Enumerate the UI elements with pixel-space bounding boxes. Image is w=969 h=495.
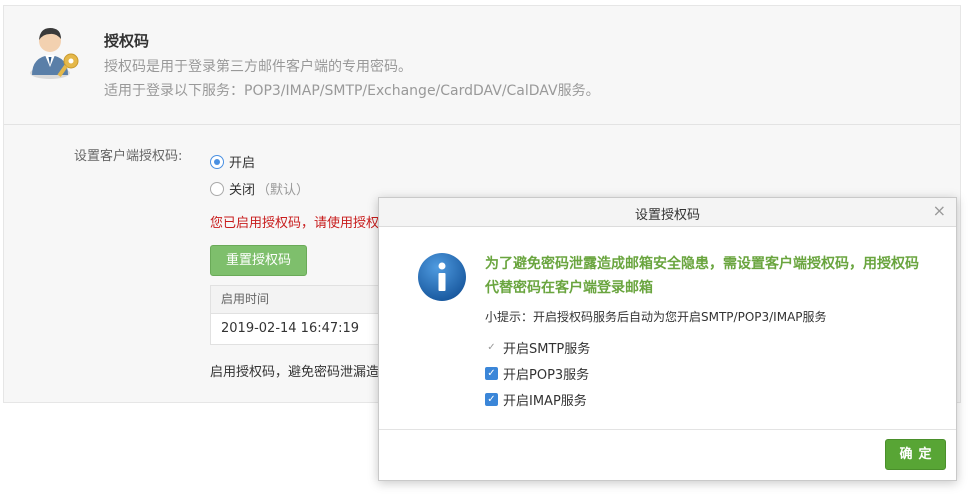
radio-disable-button[interactable] <box>210 181 224 196</box>
set-auth-code-dialog: 设置授权码 × 为了避免密码泄露造成邮箱安全隐患，需设置客户端授权码，用授权码代… <box>378 197 957 481</box>
option-imap-label: 开启IMAP服务 <box>503 394 587 409</box>
radio-enable-button[interactable] <box>210 154 224 169</box>
option-imap[interactable]: ✓ 开启IMAP服务 <box>485 390 587 409</box>
option-smtp[interactable]: ✓ 开启SMTP服务 <box>485 338 590 357</box>
table-cell: 2019-02-14 16:47:19 <box>211 314 378 344</box>
auth-code-setting-label: 设置客户端授权码: <box>74 149 183 164</box>
info-icon <box>418 253 466 301</box>
services-line: 适用于登录以下服务：POP3/IMAP/SMTP/Exchange/CardDA… <box>104 83 600 99</box>
checkbox-imap[interactable]: ✓ <box>485 393 498 406</box>
enable-time-table: 启用时间 2019-02-14 16:47:19 <box>210 285 378 345</box>
option-pop3-label: 开启POP3服务 <box>503 368 590 383</box>
dialog-tip: 小提示：开启授权码服务后自动为您开启SMTP/POP3/IMAP服务 <box>485 310 827 324</box>
user-key-icon <box>30 28 79 79</box>
radio-default-note: （默认） <box>257 183 310 198</box>
description-line: 授权码是用于登录第三方邮件客户端的专用密码。 <box>104 59 412 75</box>
auth-enabled-warning: 您已启用授权码，请使用授权码登录第三方客户端 <box>210 216 378 231</box>
dialog-divider <box>379 429 956 430</box>
option-pop3[interactable]: ✓ 开启POP3服务 <box>485 364 589 383</box>
checkbox-pop3[interactable]: ✓ <box>485 367 498 380</box>
radio-enable[interactable]: 开启 <box>210 152 255 171</box>
radio-disable[interactable]: 关闭 （默认） <box>210 179 309 198</box>
dialog-message: 为了避免密码泄露造成邮箱安全隐患，需设置客户端授权码，用授权码代替密码在客户端登… <box>485 256 919 296</box>
close-icon[interactable]: × <box>933 202 946 220</box>
radio-disable-label: 关闭 <box>229 183 256 198</box>
page-title: 授权码 <box>104 32 150 50</box>
auth-code-header: 授权码 授权码是用于登录第三方邮件客户端的专用密码。 适用于登录以下服务：POP… <box>4 6 960 125</box>
reset-auth-code-button[interactable]: 重置授权码 <box>210 245 307 276</box>
obscured-content: 您已启用授权码，请使用授权码登录第三方客户端 重置授权码 启用时间 2019-0… <box>200 200 378 390</box>
checkbox-smtp[interactable]: ✓ <box>485 341 498 354</box>
radio-enable-label: 开启 <box>229 156 256 171</box>
dialog-header: 设置授权码 × <box>379 198 956 227</box>
confirm-button[interactable]: 确定 <box>885 439 946 470</box>
bottom-note: 启用授权码，避免密码泄漏造成邮箱安全隐患 <box>210 365 378 380</box>
option-smtp-label: 开启SMTP服务 <box>503 342 591 357</box>
dialog-title: 设置授权码 <box>634 208 700 223</box>
table-header: 启用时间 <box>211 286 378 314</box>
